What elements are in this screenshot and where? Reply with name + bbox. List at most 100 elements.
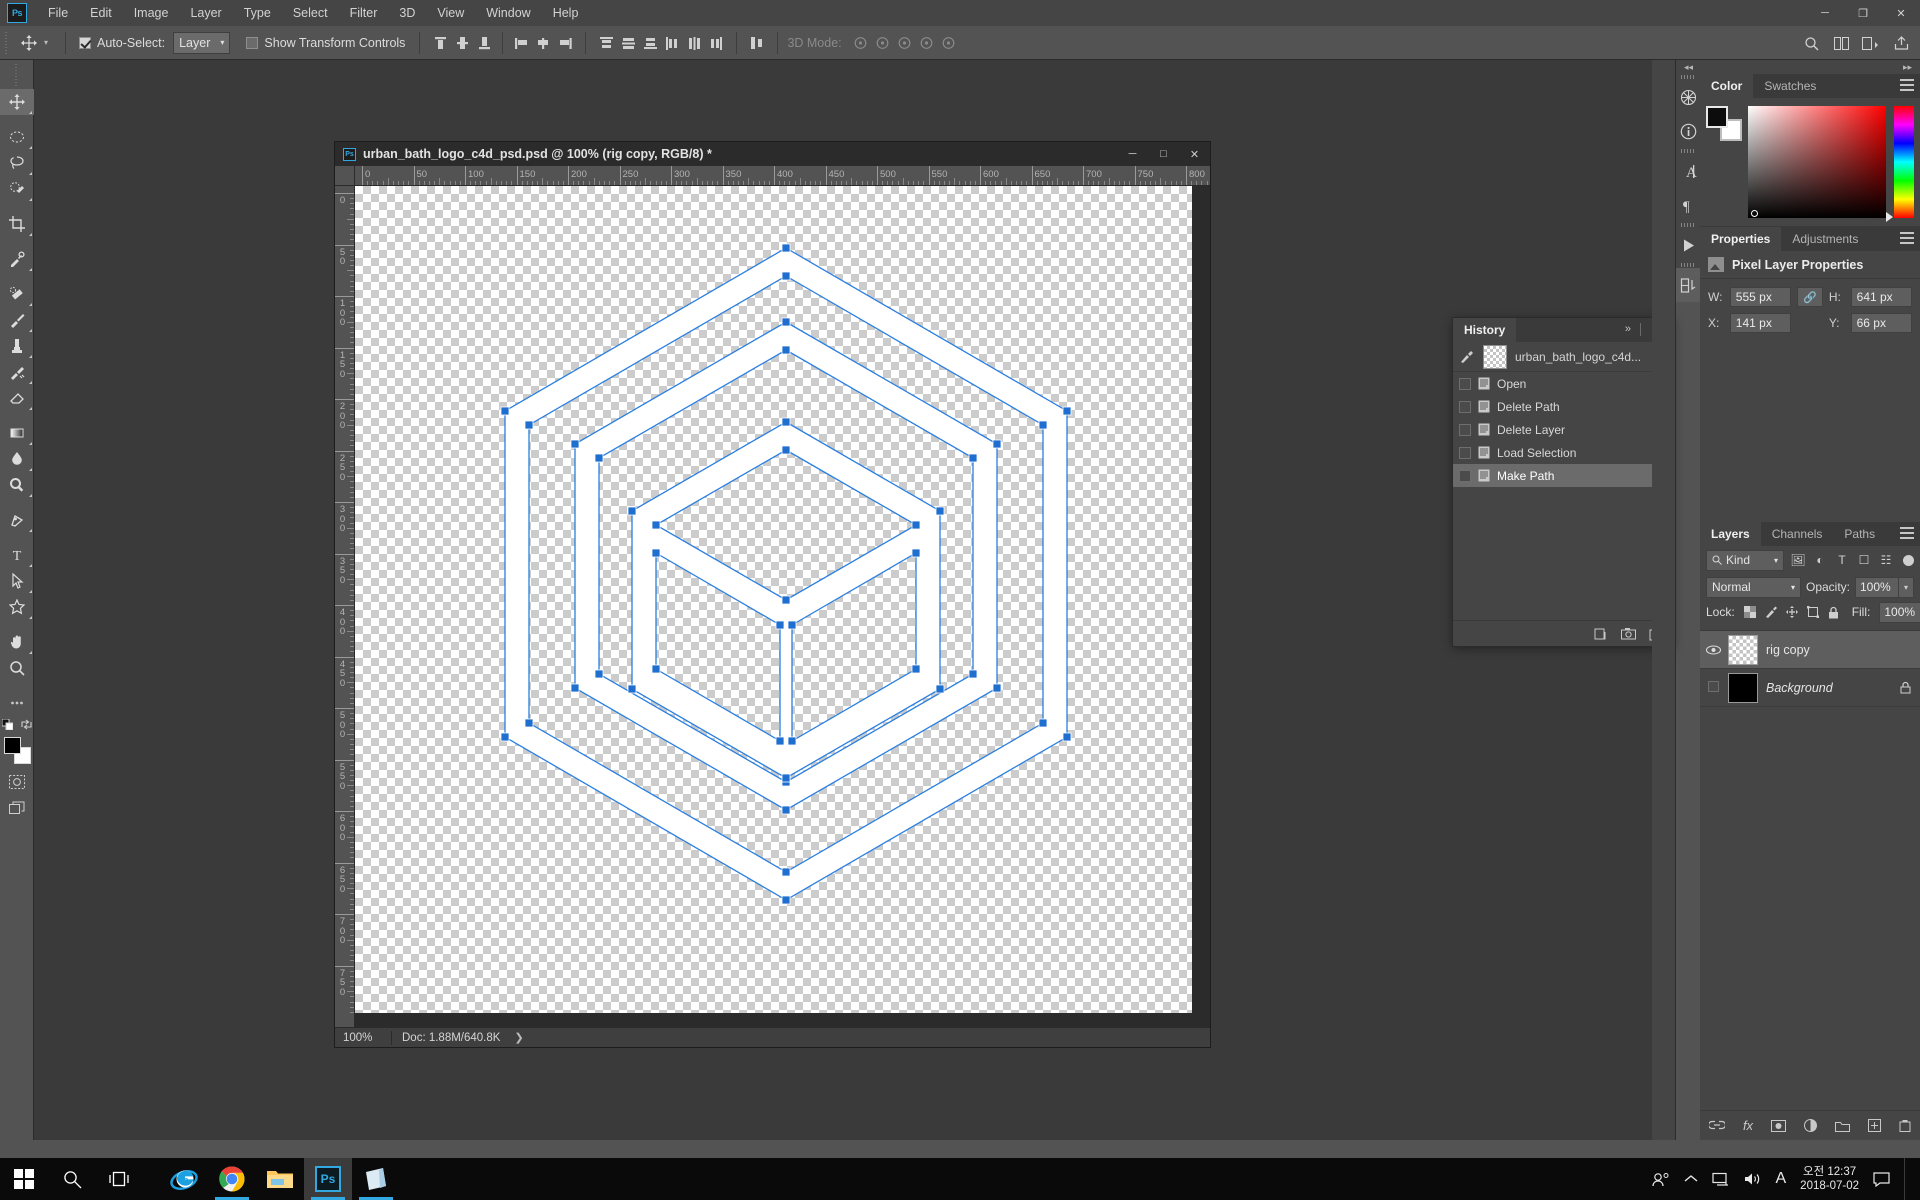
layer-filter-kind-dropdown[interactable]: Kind ▾ [1706,549,1784,571]
horizontal-type-tool-icon[interactable]: T [0,542,34,568]
gradient-tool-icon[interactable] [0,420,34,446]
filter-smart-object-icon[interactable]: ☷ [1878,553,1894,567]
character-panel-icon[interactable]: A [1676,154,1700,188]
pen-tool-icon[interactable] [0,507,34,533]
custom-shape-tool-icon[interactable] [0,594,34,620]
distribute-horizontal-centers-icon[interactable] [683,31,705,55]
rectangular-marquee-tool-icon[interactable] [0,124,34,150]
auto-select-checkbox[interactable]: Auto-Select: [79,36,165,50]
network-icon[interactable] [1711,1172,1730,1186]
history-state-row[interactable]: Make Path [1453,464,1673,487]
layer-row[interactable]: Background [1700,669,1920,707]
canvas[interactable] [355,186,1192,1013]
show-desktop-button[interactable] [1904,1158,1912,1200]
close-icon[interactable]: ✕ [1882,0,1920,26]
expand-dock-icon[interactable]: ▸▸ [1903,62,1912,73]
collapse-dock-icon[interactable]: ◂◂ [1684,62,1693,73]
history-brush-tool-icon[interactable] [0,359,34,385]
menu-type[interactable]: Type [233,2,282,24]
align-vertical-centers-icon[interactable] [451,31,473,55]
menu-image[interactable]: Image [123,2,180,24]
eyedropper-tool-icon[interactable] [0,246,34,272]
filter-adjustment-icon[interactable]: ◐ [1812,553,1828,567]
move-tool-icon[interactable] [0,89,34,115]
task-view-icon[interactable] [96,1158,144,1200]
share-icon[interactable] [1888,30,1914,56]
panel-menu-icon[interactable] [1900,232,1914,246]
tab-layers[interactable]: Layers [1700,522,1761,546]
tool-preset-chevron-icon[interactable]: ▾ [44,38,48,47]
google-chrome-icon[interactable] [208,1158,256,1200]
filter-shape-icon[interactable]: ☐ [1856,553,1872,567]
minimize-icon[interactable]: ─ [1806,0,1844,26]
show-transform-controls-checkbox[interactable]: Show Transform Controls [246,36,405,50]
quick-mask-mode-icon[interactable] [0,769,34,795]
screen-mode-icon[interactable] [0,795,34,821]
history-state-checkbox[interactable] [1459,423,1471,436]
actions-panel-icon[interactable] [1676,268,1700,302]
windows-start-icon[interactable] [0,1158,48,1200]
panel-menu-icon[interactable] [1900,527,1914,541]
layer-name[interactable]: rig copy [1766,643,1810,657]
width-input[interactable]: 555 px [1729,287,1792,307]
history-state-checkbox[interactable] [1459,377,1471,390]
history-state-checkbox[interactable] [1459,446,1471,459]
foreground-color-chip[interactable] [1706,106,1728,128]
history-state-checkbox[interactable] [1459,469,1471,482]
align-right-edges-icon[interactable] [554,31,576,55]
photoshop-icon[interactable]: Ps [304,1158,352,1200]
distribute-spacing-icon[interactable] [746,31,768,55]
opacity-stepper-chevron-icon[interactable]: ▾ [1899,576,1914,598]
align-bottom-edges-icon[interactable] [473,31,495,55]
auto-select-scope-dropdown[interactable]: Layer ▾ [173,31,231,54]
filter-type-icon[interactable]: T [1834,553,1850,567]
restore-icon[interactable]: ❐ [1844,0,1882,26]
windows-store-icon[interactable] [352,1158,400,1200]
menu-filter[interactable]: Filter [339,2,389,24]
maximize-icon[interactable]: □ [1148,142,1179,166]
menu-edit[interactable]: Edit [79,2,123,24]
edit-toolbar-icon[interactable] [0,690,34,716]
ruler-corner[interactable] [335,166,355,186]
new-group-icon[interactable] [1835,1120,1851,1132]
hand-tool-icon[interactable] [0,629,34,655]
layer-visibility-eye-icon[interactable] [1706,680,1720,695]
paragraph-panel-icon[interactable]: ¶ [1676,188,1700,222]
opacity-input[interactable]: 100% [1855,576,1899,598]
tab-swatches[interactable]: Swatches [1753,74,1828,98]
tab-paths[interactable]: Paths [1833,522,1887,546]
timeline-play-icon[interactable] [1676,228,1700,262]
link-dimensions-icon[interactable]: 🔗 [1797,287,1823,307]
layer-visibility-eye-icon[interactable] [1706,644,1721,655]
file-explorer-icon[interactable] [256,1158,304,1200]
lock-transparent-pixels-icon[interactable] [1743,606,1756,618]
link-layers-icon[interactable] [1708,1120,1725,1131]
taskbar-clock[interactable]: 오전 12:37 2018-07-02 [1800,1165,1859,1193]
blend-mode-dropdown[interactable]: Normal ▾ [1706,576,1801,598]
spot-healing-brush-tool-icon[interactable] [0,281,34,307]
swap-foreground-background-icon[interactable] [20,719,32,730]
fill-input[interactable]: 100% [1879,601,1920,623]
arrange-documents-icon[interactable] [1828,30,1854,56]
default-colors-icon[interactable] [1,718,13,730]
status-options-chevron-icon[interactable]: ❯ [510,1031,523,1044]
new-fill-adjustment-icon[interactable] [1804,1119,1818,1132]
double-chevron-right-icon[interactable]: » [1625,323,1631,335]
new-layer-icon[interactable] [1868,1119,1882,1132]
distribute-vertical-centers-icon[interactable] [617,31,639,55]
layer-thumbnail[interactable] [1728,634,1758,665]
search-icon[interactable] [48,1158,96,1200]
filter-pixel-icon[interactable]: 🖼 [1790,553,1806,567]
menu-help[interactable]: Help [542,2,590,24]
create-document-from-state-icon[interactable] [1594,627,1608,641]
3d-panel-icon[interactable] [1676,80,1700,114]
notifications-icon[interactable] [1873,1171,1890,1187]
history-state-row[interactable]: Open [1453,372,1673,395]
internet-explorer-icon[interactable]: e [160,1158,208,1200]
history-state-row[interactable]: Delete Path [1453,395,1673,418]
menu-layer[interactable]: Layer [179,2,232,24]
height-input[interactable]: 641 px [1850,287,1912,307]
history-state-row[interactable]: Load Selection [1453,441,1673,464]
menu-view[interactable]: View [426,2,475,24]
show-hidden-icons-icon[interactable] [1684,1174,1698,1184]
